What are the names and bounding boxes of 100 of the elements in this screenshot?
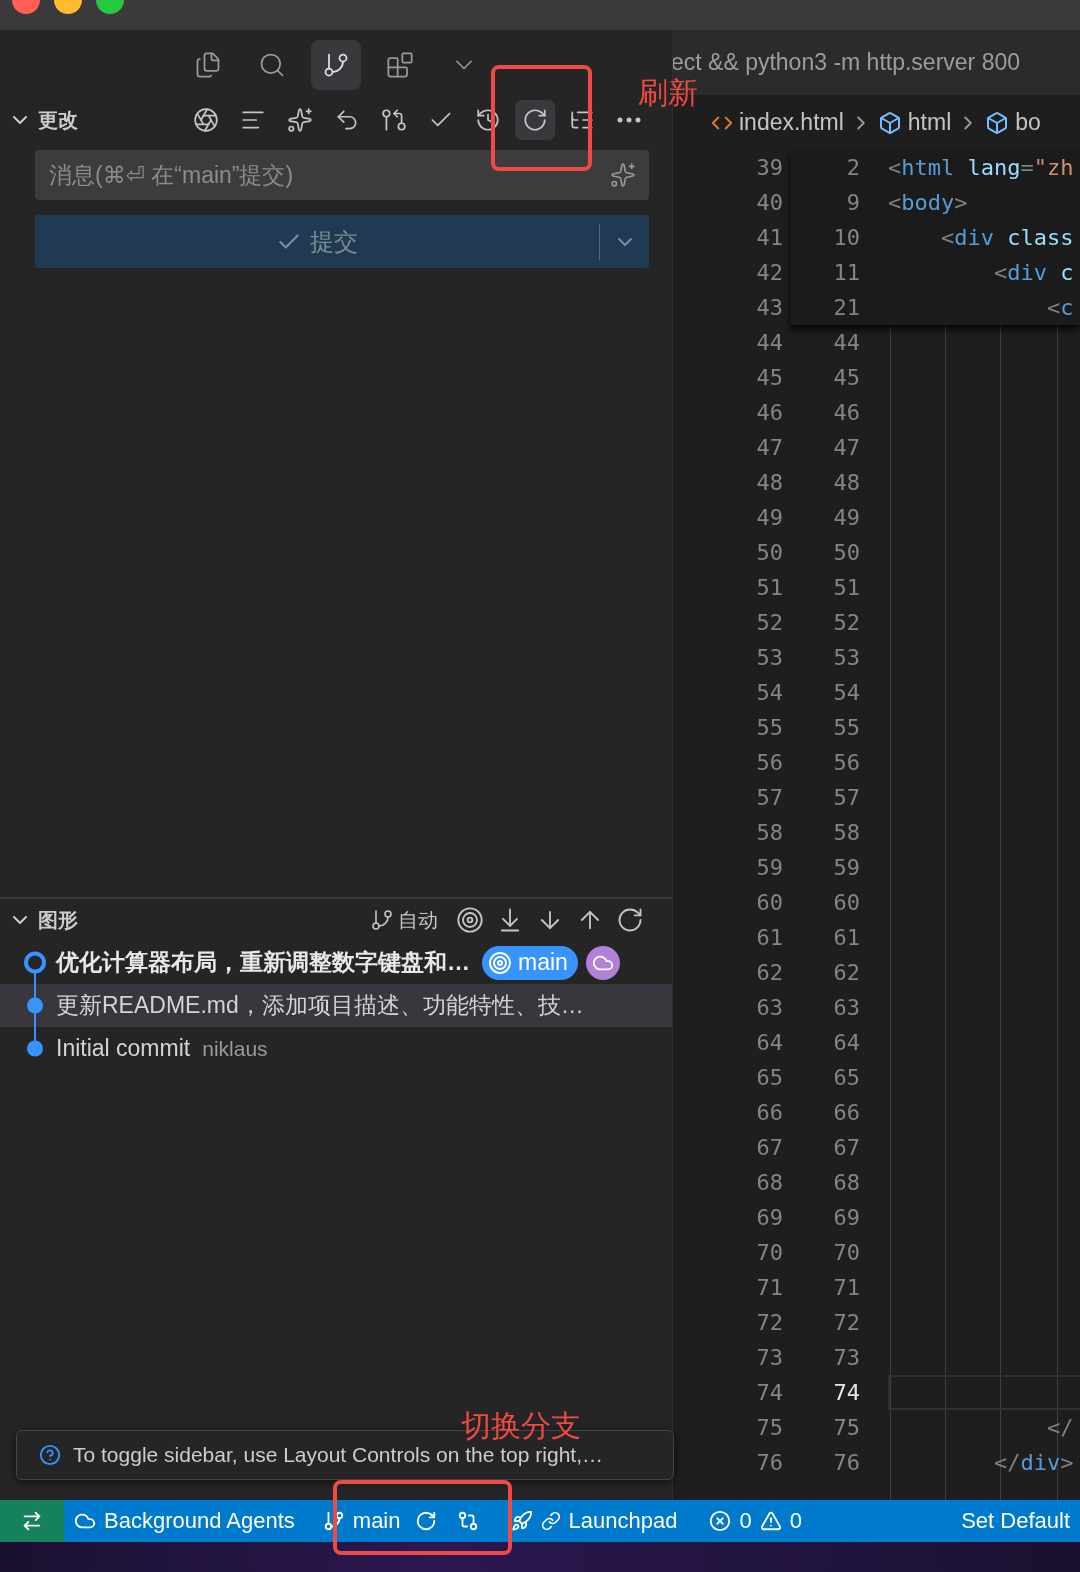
line-number: 67 — [755, 1135, 783, 1160]
warning-icon — [759, 1510, 782, 1532]
line-number: 44 — [832, 330, 860, 355]
graph-mode-button[interactable]: 自动 — [364, 906, 444, 934]
set-default-button[interactable]: Set Default — [951, 1500, 1080, 1542]
refresh-button[interactable] — [515, 100, 555, 140]
line-number: 75 — [755, 1415, 783, 1440]
line-number: 43 — [755, 295, 783, 320]
view-tab[interactable] — [311, 40, 361, 90]
target-icon[interactable] — [456, 906, 484, 934]
line-number: 61 — [832, 925, 860, 950]
code-line: </ — [1045, 1415, 1074, 1440]
line-number: 76 — [832, 1450, 860, 1475]
section-title: 图形 — [38, 907, 78, 933]
commit-row[interactable]: 更新README.md，添加项目描述、功能特性、技… — [0, 984, 672, 1027]
branch-icon — [322, 1510, 345, 1532]
line-number: 44 — [755, 330, 783, 355]
line-number: 71 — [755, 1275, 783, 1300]
line-number: 49 — [755, 505, 783, 530]
problems-button[interactable]: 0 0 — [699, 1500, 812, 1542]
line-number: 62 — [755, 960, 783, 985]
line-number: 61 — [755, 925, 783, 950]
line-number: 63 — [755, 995, 783, 1020]
line-number: 46 — [832, 400, 860, 425]
target-icon — [488, 950, 512, 975]
line-number: 69 — [832, 1205, 860, 1230]
line-number: 54 — [755, 680, 783, 705]
search-icon — [258, 51, 286, 79]
background-agents-button[interactable]: Background Agents — [64, 1500, 305, 1542]
line-number: 67 — [832, 1135, 860, 1160]
line-number: 73 — [755, 1345, 783, 1370]
line-number: 63 — [832, 995, 860, 1020]
line-number: 9 — [845, 190, 860, 215]
commit-message: 优化计算器布局，重新调整数字键盘和… — [56, 948, 470, 977]
line-number: 51 — [832, 575, 860, 600]
line-number: 70 — [755, 1240, 783, 1265]
line-number: 48 — [832, 470, 860, 495]
line-number: 41 — [755, 225, 783, 250]
code-line: <c — [1045, 295, 1075, 320]
remote-button[interactable] — [0, 1500, 64, 1542]
code-line: </div> — [992, 1450, 1074, 1475]
line-number: 57 — [755, 785, 783, 810]
more-icon — [617, 117, 641, 123]
code-line: <div c — [992, 260, 1075, 285]
branch-badge: main — [482, 945, 578, 980]
line-number: 60 — [755, 890, 783, 915]
commit-message: Initial commit — [56, 1035, 191, 1062]
line-number: 52 — [755, 610, 783, 635]
history-icon — [475, 107, 501, 133]
line-number: 57 — [832, 785, 860, 810]
commit-message-field[interactable]: 消息(⌘⏎ 在“main”提交) — [35, 150, 649, 200]
line-number: 46 — [755, 400, 783, 425]
line-number: 42 — [755, 260, 783, 285]
line-number: 76 — [755, 1450, 783, 1475]
line-number: 53 — [832, 645, 860, 670]
line-number: 51 — [755, 575, 783, 600]
line-number: 50 — [755, 540, 783, 565]
line-number: 48 — [755, 470, 783, 495]
sync-icon — [414, 1510, 437, 1532]
line-number: 11 — [832, 260, 860, 285]
files-icon — [194, 51, 222, 79]
commit-row[interactable]: Initial commit niklaus — [0, 1027, 672, 1070]
help-icon — [39, 1444, 61, 1466]
line-number: 72 — [832, 1310, 860, 1335]
cube-icon — [985, 110, 1010, 135]
breadcrumb[interactable]: bo — [985, 109, 1041, 136]
link-icon — [540, 1511, 561, 1531]
line-number: 73 — [832, 1345, 860, 1370]
sparkle-icon[interactable] — [610, 162, 636, 188]
line-number: 64 — [832, 1030, 860, 1055]
line-number: 74 — [832, 1380, 860, 1405]
line-number: 54 — [832, 680, 860, 705]
line-number: 65 — [832, 1065, 860, 1090]
line-number: 21 — [832, 295, 860, 320]
line-number: 56 — [832, 750, 860, 775]
line-number: 66 — [755, 1100, 783, 1125]
breadcrumb[interactable]: index.html — [711, 109, 844, 136]
compare-icon — [456, 1510, 479, 1532]
rocket-icon — [510, 1510, 533, 1532]
line-number: 2 — [845, 155, 860, 180]
branch-button[interactable]: main — [312, 1500, 447, 1542]
line-number: 59 — [832, 855, 860, 880]
line-number: 52 — [832, 610, 860, 635]
code-line: <body> — [888, 190, 969, 215]
line-number: 70 — [832, 1240, 860, 1265]
line-number: 45 — [832, 365, 860, 390]
pull-request-icon — [381, 107, 407, 133]
line-number: 72 — [755, 1310, 783, 1335]
launchpad-button[interactable]: Launchpad — [500, 1500, 688, 1542]
breadcrumb[interactable]: html — [877, 109, 952, 136]
line-number: 45 — [755, 365, 783, 390]
line-number: 75 — [832, 1415, 860, 1440]
refresh-icon — [522, 107, 548, 133]
arrows-icon — [21, 1510, 43, 1532]
code-line: <html lang="zh — [888, 155, 1075, 180]
refresh-icon[interactable] — [616, 906, 644, 934]
line-number: 58 — [755, 820, 783, 845]
line-number: 55 — [755, 715, 783, 740]
annotation-label: 切换分支 — [461, 1408, 581, 1444]
line-number: 58 — [832, 820, 860, 845]
